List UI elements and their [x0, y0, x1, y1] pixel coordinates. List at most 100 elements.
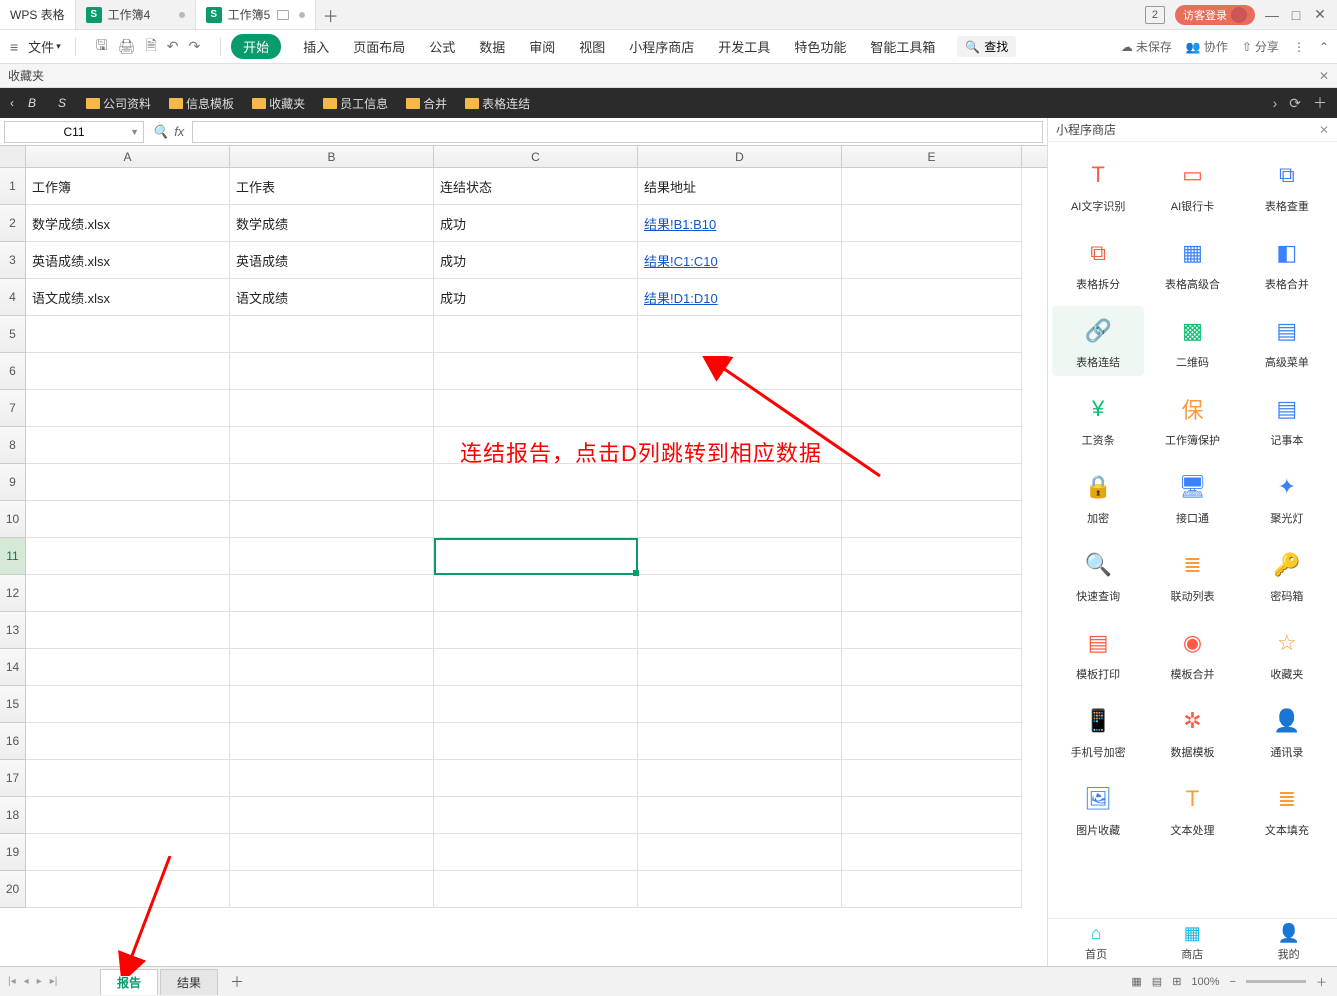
- cell[interactable]: [230, 575, 434, 612]
- tab-features[interactable]: 特色功能: [792, 33, 848, 60]
- cell[interactable]: [230, 501, 434, 538]
- cell[interactable]: 结果!D1:D10: [638, 279, 842, 316]
- col-header-B[interactable]: B: [230, 146, 434, 167]
- col-header-C[interactable]: C: [434, 146, 638, 167]
- cell[interactable]: [434, 649, 638, 686]
- cell[interactable]: [230, 464, 434, 501]
- tab-view[interactable]: 视图: [577, 33, 607, 60]
- strike-s[interactable]: S: [50, 96, 74, 110]
- mini-app-item[interactable]: 👤通讯录: [1241, 696, 1333, 766]
- cell[interactable]: 工作表: [230, 168, 434, 205]
- zoom-in-icon[interactable]: ＋: [1316, 974, 1327, 990]
- cell[interactable]: [230, 612, 434, 649]
- cell[interactable]: 数学成绩.xlsx: [26, 205, 230, 242]
- mini-app-item[interactable]: 🔑密码箱: [1241, 540, 1333, 610]
- unsaved-indicator[interactable]: ☁ 未保存: [1121, 38, 1172, 55]
- mini-app-item[interactable]: 🔗表格连结: [1052, 306, 1144, 376]
- mini-app-item[interactable]: 🔒加密: [1052, 462, 1144, 532]
- mini-app-item[interactable]: ☆收藏夹: [1241, 618, 1333, 688]
- cell[interactable]: 成功: [434, 205, 638, 242]
- tab-smarttools[interactable]: 智能工具箱: [868, 33, 937, 60]
- cell[interactable]: [26, 649, 230, 686]
- cell[interactable]: [434, 612, 638, 649]
- folder-link[interactable]: 表格连结: [459, 95, 536, 112]
- cell[interactable]: 语文成绩.xlsx: [26, 279, 230, 316]
- close-button[interactable]: ✕: [1313, 8, 1327, 22]
- cell[interactable]: [434, 760, 638, 797]
- sheet-tab-report[interactable]: 报告: [100, 969, 158, 995]
- cell[interactable]: [434, 427, 638, 464]
- mini-app-item[interactable]: ▤记事本: [1241, 384, 1333, 454]
- folder-merge[interactable]: 合并: [400, 95, 453, 112]
- cell[interactable]: [434, 538, 638, 575]
- sheet-nav-next-icon[interactable]: ▸: [37, 976, 42, 987]
- cell-reference-box[interactable]: C11 ▼: [4, 121, 144, 143]
- present-icon[interactable]: [277, 10, 289, 20]
- doc-tab-1[interactable]: S 工作簿4: [76, 0, 196, 29]
- cell[interactable]: 连结状态: [434, 168, 638, 205]
- row-header[interactable]: 10: [0, 501, 26, 538]
- cell[interactable]: [26, 464, 230, 501]
- cell[interactable]: [26, 686, 230, 723]
- next-icon[interactable]: ›: [1273, 95, 1278, 111]
- tab-formula[interactable]: 公式: [427, 33, 457, 60]
- cell[interactable]: [842, 723, 1022, 760]
- cell[interactable]: [26, 760, 230, 797]
- cell[interactable]: [638, 575, 842, 612]
- mini-app-item[interactable]: ✦聚光灯: [1241, 462, 1333, 532]
- cell[interactable]: [434, 575, 638, 612]
- cell[interactable]: [638, 612, 842, 649]
- folder-favorites[interactable]: 收藏夹: [246, 95, 311, 112]
- cell[interactable]: 结果!C1:C10: [638, 242, 842, 279]
- sheet-nav-prev-icon[interactable]: ◂: [24, 976, 29, 987]
- cell[interactable]: [638, 538, 842, 575]
- cell[interactable]: 语文成绩: [230, 279, 434, 316]
- fx-label[interactable]: 🔍 fx: [144, 124, 192, 140]
- cell[interactable]: [230, 649, 434, 686]
- cell[interactable]: [230, 316, 434, 353]
- mini-app-item[interactable]: 🖼图片收藏: [1052, 774, 1144, 844]
- sheet-tab-result[interactable]: 结果: [160, 969, 218, 995]
- mini-app-item[interactable]: ≣文本填充: [1241, 774, 1333, 844]
- cell[interactable]: [842, 797, 1022, 834]
- nav-home[interactable]: ⌂首页: [1085, 923, 1107, 962]
- cell[interactable]: 结果地址: [638, 168, 842, 205]
- cell[interactable]: [842, 427, 1022, 464]
- mini-app-item[interactable]: 保工作簿保护: [1146, 384, 1238, 454]
- cell[interactable]: [842, 279, 1022, 316]
- cell[interactable]: [638, 686, 842, 723]
- row-header[interactable]: 18: [0, 797, 26, 834]
- refresh-icon[interactable]: ⟳: [1289, 95, 1301, 112]
- print-icon[interactable]: 🖨: [118, 38, 136, 55]
- cell[interactable]: [638, 834, 842, 871]
- tab-data[interactable]: 数据: [477, 33, 507, 60]
- cell[interactable]: [638, 464, 842, 501]
- dropdown-icon[interactable]: ▼: [130, 127, 139, 137]
- row-header[interactable]: 6: [0, 353, 26, 390]
- preview-icon[interactable]: 🗎: [145, 35, 156, 59]
- cell[interactable]: 工作簿: [26, 168, 230, 205]
- cell[interactable]: [638, 871, 842, 908]
- cell[interactable]: [842, 760, 1022, 797]
- cell[interactable]: [638, 723, 842, 760]
- zoom-out-icon[interactable]: −: [1230, 976, 1236, 988]
- sheet-nav-first-icon[interactable]: |◂: [8, 976, 16, 987]
- view-break-icon[interactable]: ⊞: [1172, 975, 1181, 988]
- cell[interactable]: [638, 316, 842, 353]
- cell[interactable]: [842, 501, 1022, 538]
- favorites-close-icon[interactable]: ✕: [1319, 69, 1329, 83]
- mini-app-item[interactable]: ⧉表格拆分: [1052, 228, 1144, 298]
- tab-pagelayout[interactable]: 页面布局: [351, 33, 407, 60]
- share-button[interactable]: ⇧ 分享: [1242, 38, 1279, 55]
- cell[interactable]: [842, 353, 1022, 390]
- tab-start[interactable]: 开始: [231, 34, 281, 59]
- cell[interactable]: 成功: [434, 279, 638, 316]
- cell[interactable]: [842, 612, 1022, 649]
- row-header[interactable]: 19: [0, 834, 26, 871]
- mini-app-item[interactable]: TAI文字识别: [1052, 150, 1144, 220]
- cell[interactable]: [26, 353, 230, 390]
- mini-app-item[interactable]: ▦表格高级合: [1146, 228, 1238, 298]
- folder-company[interactable]: 公司资料: [80, 95, 157, 112]
- cell[interactable]: [434, 501, 638, 538]
- cell[interactable]: [434, 464, 638, 501]
